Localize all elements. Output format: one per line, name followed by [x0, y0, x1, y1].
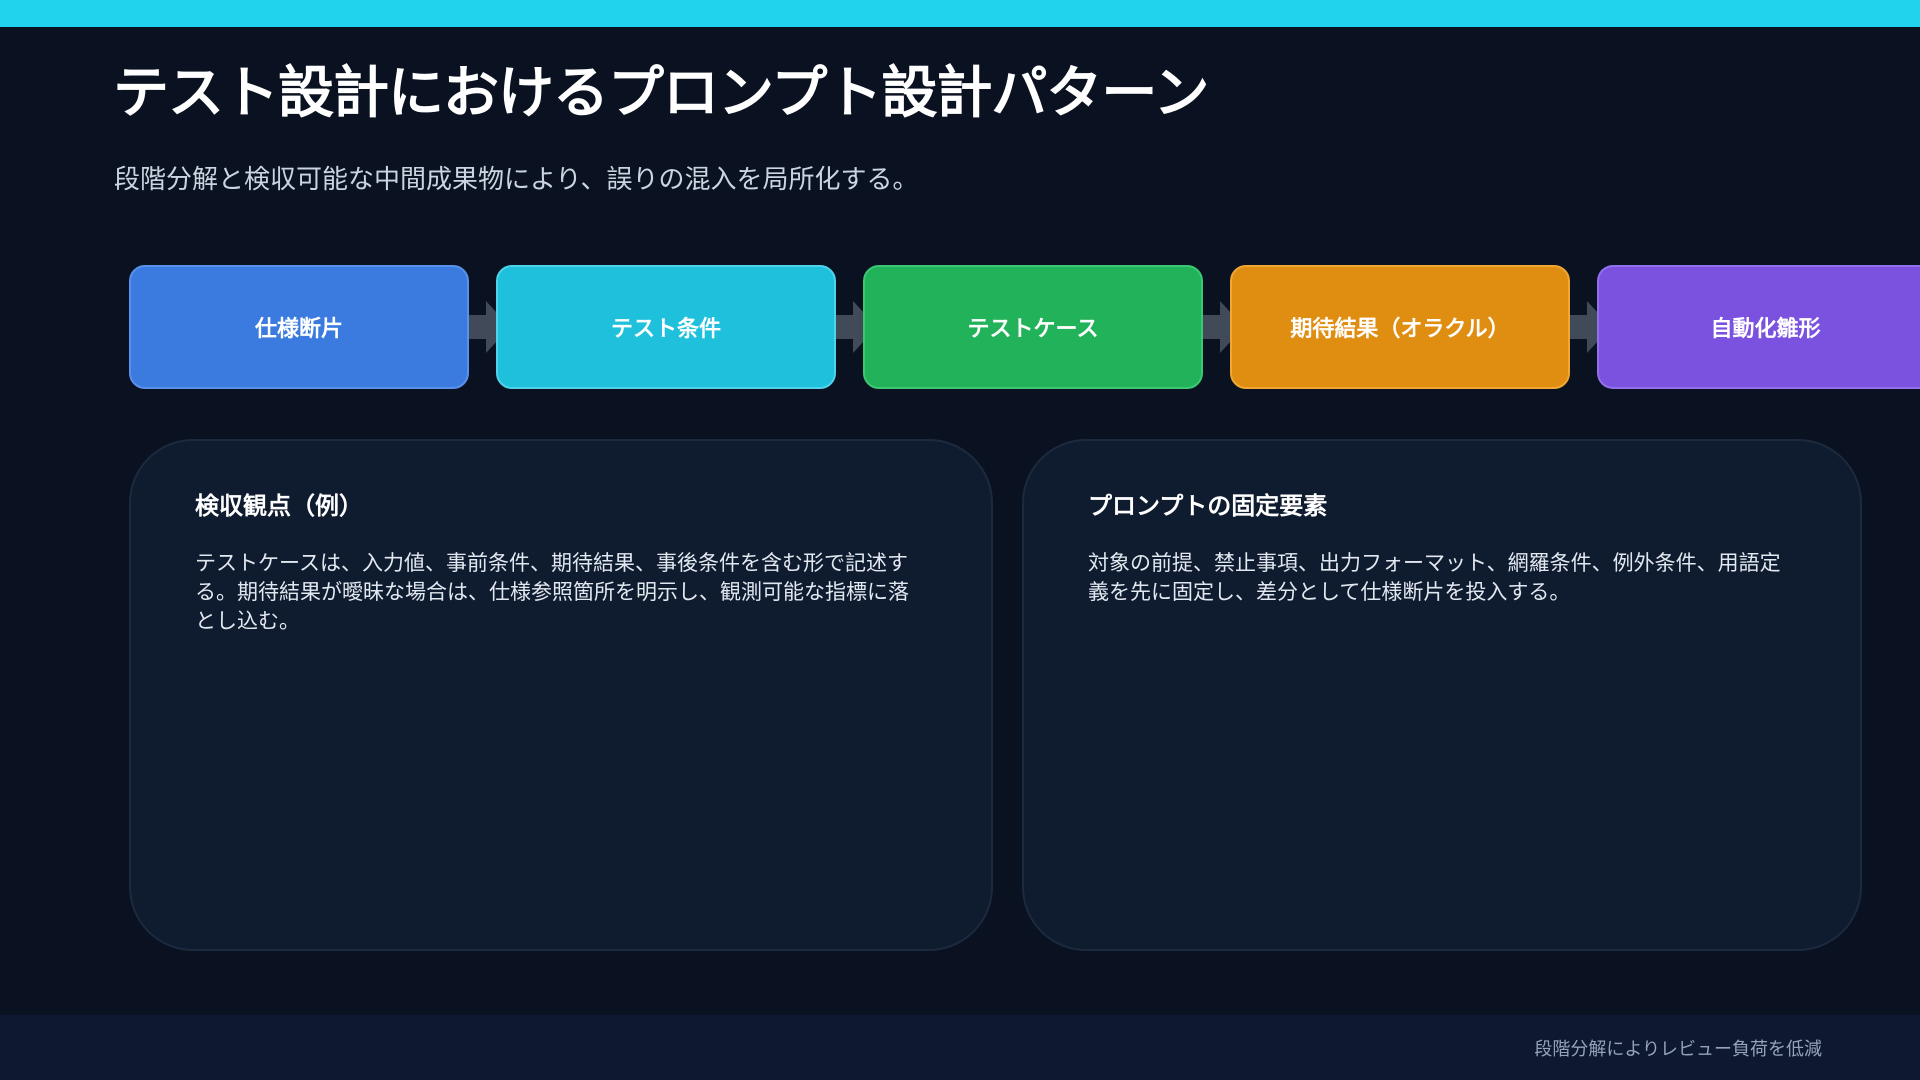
card-acceptance-criteria: 検収観点（例） テストケースは、入力値、事前条件、期待結果、事後条件を含む形で記… [129, 439, 993, 951]
flow-step-label: 自動化雛形 [1710, 317, 1821, 342]
flow-step-test-cases: テストケース [863, 265, 1203, 389]
card-body: 対象の前提、禁止事項、出力フォーマット、網羅条件、例外条件、用語定義を先に固定し… [1088, 551, 1781, 604]
flow-step-automation-template: 自動化雛形 [1597, 265, 1920, 389]
process-flow: 仕様断片 テスト条件 テストケース 期待結果（オラクル） 自動化雛形 [0, 0, 1920, 400]
flow-step-test-conditions: テスト条件 [496, 265, 836, 389]
footer-note: 段階分解によりレビュー負荷を低減 [1534, 1039, 1822, 1060]
slide: テスト設計におけるプロンプト設計パターン 段階分解と検収可能な中間成果物により、… [0, 0, 1920, 1080]
flow-step-expected-results: 期待結果（オラクル） [1230, 265, 1570, 389]
card-prompt-fixed-elements: プロンプトの固定要素 対象の前提、禁止事項、出力フォーマット、網羅条件、例外条件… [1022, 439, 1862, 951]
flow-step-label: テストケース [967, 317, 1099, 342]
footer: 段階分解によりレビュー負荷を低減 [0, 1015, 1920, 1080]
flow-step-spec-fragment: 仕様断片 [129, 265, 469, 389]
flow-step-label: 仕様断片 [254, 317, 343, 342]
flow-step-label: テスト条件 [610, 317, 721, 342]
card-body: テストケースは、入力値、事前条件、期待結果、事後条件を含む形で記述する。期待結果… [195, 551, 909, 633]
card-title: 検収観点（例） [195, 492, 363, 520]
card-title: プロンプトの固定要素 [1088, 492, 1328, 520]
flow-step-label: 期待結果（オラクル） [1290, 317, 1510, 342]
